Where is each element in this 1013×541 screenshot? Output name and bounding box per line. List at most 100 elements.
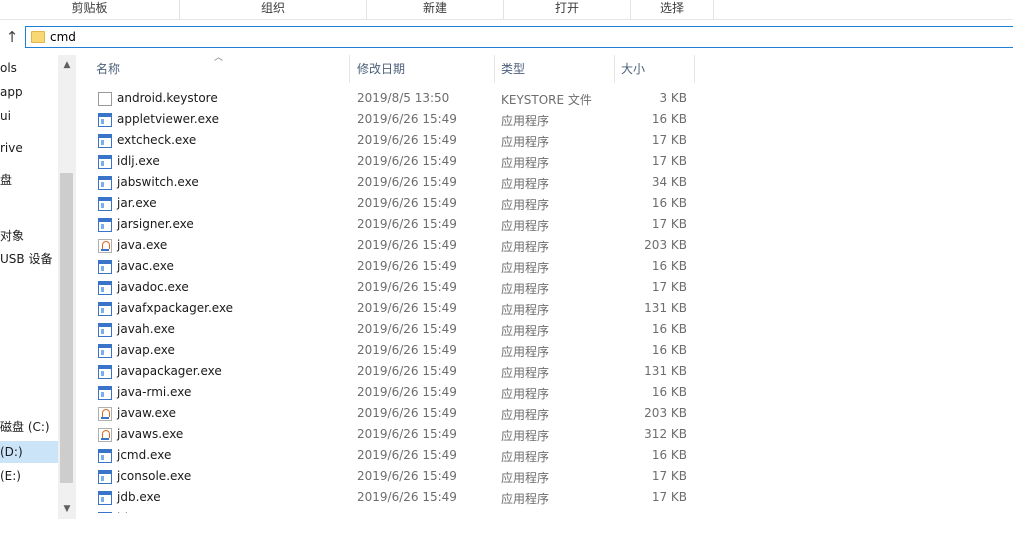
executable-icon [98,386,112,400]
file-type: 应用程序 [501,114,550,128]
address-bar[interactable]: cmd [25,26,1013,48]
ribbon-group-open[interactable]: 打开 [504,0,631,19]
file-date: 2019/6/26 15:49 [357,385,457,399]
file-date: 2019/6/26 15:49 [357,238,457,252]
file-type: 应用程序 [501,324,550,338]
address-path[interactable]: cmd [50,30,76,44]
file-row[interactable]: jar.exe 2019/6/26 15:49 应用程序 16 KB [90,194,710,215]
file-date: 2019/6/26 15:49 [357,133,457,147]
file-row[interactable]: javadoc.exe 2019/6/26 15:49 应用程序 17 KB [90,278,710,299]
column-header-date[interactable]: 修改日期 [357,58,405,80]
column-divider[interactable] [694,55,695,83]
file-date: 2019/6/26 15:49 [357,280,457,294]
nav-item[interactable]: app [0,81,58,103]
file-name: javafxpackager.exe [117,301,234,315]
column-header-type[interactable]: 类型 [501,58,525,80]
file-row[interactable]: javaw.exe 2019/6/26 15:49 应用程序 203 KB [90,404,710,425]
file-type: 应用程序 [501,177,550,191]
file-row[interactable]: jdb.exe 2019/6/26 15:49 应用程序 17 KB [90,488,710,509]
file-date: 2019/6/26 15:49 [357,259,457,273]
nav-scrollbar[interactable]: ▲ ▼ [58,55,76,519]
file-row[interactable]: jcmd.exe 2019/6/26 15:49 应用程序 16 KB [90,446,710,467]
file-date: 2019/6/26 15:49 [357,448,457,462]
file-row[interactable]: javaws.exe 2019/6/26 15:49 应用程序 312 KB [90,425,710,446]
file-type: 应用程序 [501,366,550,380]
file-row[interactable]: android.keystore 2019/8/5 13:50 KEYSTORE 文… [90,89,710,110]
file-name: extcheck.exe [117,133,197,147]
file-type: 应用程序 [501,450,550,464]
executable-icon [98,449,112,463]
file-date: 2019/6/26 15:49 [357,217,457,231]
file-row[interactable]: javapackager.exe 2019/6/26 15:49 应用程序 131 K… [90,362,710,383]
java-app-icon [98,239,112,253]
file-size: 16 KB [651,448,687,462]
file-row[interactable]: javafxpackager.exe 2019/6/26 15:49 应用程序 131… [90,299,710,320]
file-row[interactable]: extcheck.exe 2019/6/26 15:49 应用程序 17 KB [90,131,710,152]
file-row[interactable]: jarsigner.exe 2019/6/26 15:49 应用程序 17 KB [90,215,710,236]
scroll-down-icon[interactable]: ▼ [58,501,76,517]
file-type: 应用程序 [501,156,550,170]
column-header-size[interactable]: 大小 [621,58,645,80]
ribbon-group-select[interactable]: 选择 [631,0,714,19]
file-date: 2019/8/5 13:50 [357,91,450,105]
file-name: android.keystore [117,91,218,105]
file-size: 16 KB [651,196,687,210]
address-row: ↑ cmd [0,20,1013,52]
file-row[interactable]: jconsole.exe 2019/6/26 15:49 应用程序 17 KB [90,467,710,488]
file-row[interactable]: idlj.exe 2019/6/26 15:49 应用程序 17 KB [90,152,710,173]
column-header-name[interactable]: 名称 [96,58,120,80]
scroll-up-icon[interactable]: ▲ [58,57,76,73]
file-name: jabswitch.exe [117,175,199,189]
file-row[interactable]: jabswitch.exe 2019/6/26 15:49 应用程序 34 KB [90,173,710,194]
nav-item[interactable]: rive [0,137,58,159]
file-size: 17 KB [651,217,687,231]
file-date: 2019/6/26 15:49 [357,406,457,420]
up-arrow-icon[interactable]: ↑ [3,28,21,46]
nav-item-drive-c[interactable]: 磁盘 (C:) [0,416,58,438]
executable-icon [98,260,112,274]
file-type: KEYSTORE 文件 [501,93,592,107]
file-row[interactable]: javap.exe 2019/6/26 15:49 应用程序 16 KB [90,341,710,362]
file-date: 2019/6/26 15:49 [357,301,457,315]
file-date: 2019/6/26 15:49 [357,364,457,378]
file-size: 17 KB [651,133,687,147]
nav-item[interactable]: 盘 [0,169,58,191]
nav-item[interactable]: ols [0,57,58,79]
nav-item[interactable]: 对象 [0,225,58,247]
executable-icon [98,176,112,190]
file-type: 应用程序 [501,219,550,233]
file-size: 17 KB [651,469,687,483]
file-date: 2019/6/26 15:49 [357,343,457,357]
nav-item[interactable]: ui [0,105,58,127]
file-row[interactable]: appletviewer.exe 2019/6/26 15:49 应用程序 16 KB [90,110,710,131]
file-size: 16 KB [651,259,687,273]
column-divider[interactable] [494,55,495,83]
java-app-icon [98,428,112,442]
executable-icon [98,344,112,358]
file-name: javah.exe [117,322,175,336]
file-row[interactable]: javac.exe 2019/6/26 15:49 应用程序 16 KB [90,257,710,278]
file-size: 16 KB [651,322,687,336]
file-row[interactable]: java-rmi.exe 2019/6/26 15:49 应用程序 16 KB [90,383,710,404]
file-row[interactable]: java.exe 2019/6/26 15:49 应用程序 203 KB [90,236,710,257]
nav-item-usb-device[interactable]: USB 设备 [0,248,58,270]
java-app-icon [98,407,112,421]
column-divider[interactable] [614,55,615,83]
ribbon-group-clipboard[interactable]: 剪贴板 [0,0,180,19]
ribbon-group-organize[interactable]: 组织 [180,0,367,19]
file-row[interactable]: javah.exe 2019/6/26 15:49 应用程序 16 KB [90,320,710,341]
file-type: 应用程序 [501,282,550,296]
window-bottom [0,519,1013,541]
file-type: 应用程序 [501,240,550,254]
nav-item-drive-e[interactable]: (E:) [0,465,58,487]
scrollbar-thumb[interactable] [60,173,73,483]
column-divider[interactable] [349,55,350,83]
file-name: idlj.exe [117,154,160,168]
executable-icon [98,281,112,295]
executable-icon [98,491,112,505]
file-type: 应用程序 [501,471,550,485]
ribbon-group-new[interactable]: 新建 [367,0,504,19]
file-type: 应用程序 [501,303,550,317]
nav-item-drive-d[interactable]: (D:) [0,441,58,463]
file-date: 2019/6/26 15:49 [357,427,457,441]
